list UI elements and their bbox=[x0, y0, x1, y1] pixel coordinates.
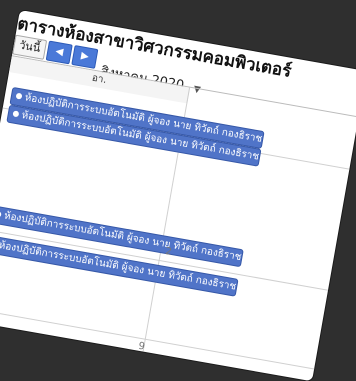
next-month-button[interactable]: ▶ bbox=[71, 45, 99, 69]
calendar-card: ตารางห้องสาขาวิศวกรรมคอมพิวเตอร์ วันนี้ … bbox=[0, 10, 356, 381]
event-dot-icon bbox=[12, 110, 20, 118]
date-number: 2 bbox=[164, 245, 173, 258]
event-dot-icon bbox=[0, 210, 2, 218]
calendar-toolbar: วันนี้ ◀ ▶ สิงหาคม 2020 ▼ bbox=[12, 34, 201, 95]
week-divider bbox=[0, 307, 323, 371]
event-dot-icon bbox=[15, 92, 23, 100]
prev-month-button[interactable]: ◀ bbox=[45, 40, 73, 65]
chevron-right-icon: ▶ bbox=[80, 50, 90, 63]
chevron-left-icon: ◀ bbox=[54, 45, 65, 59]
calendar-grid: อา. ห้องปฏิบัติการระบบอัตโนมัติ ผู้จอง น… bbox=[0, 55, 356, 381]
date-number: 9 bbox=[137, 340, 146, 353]
